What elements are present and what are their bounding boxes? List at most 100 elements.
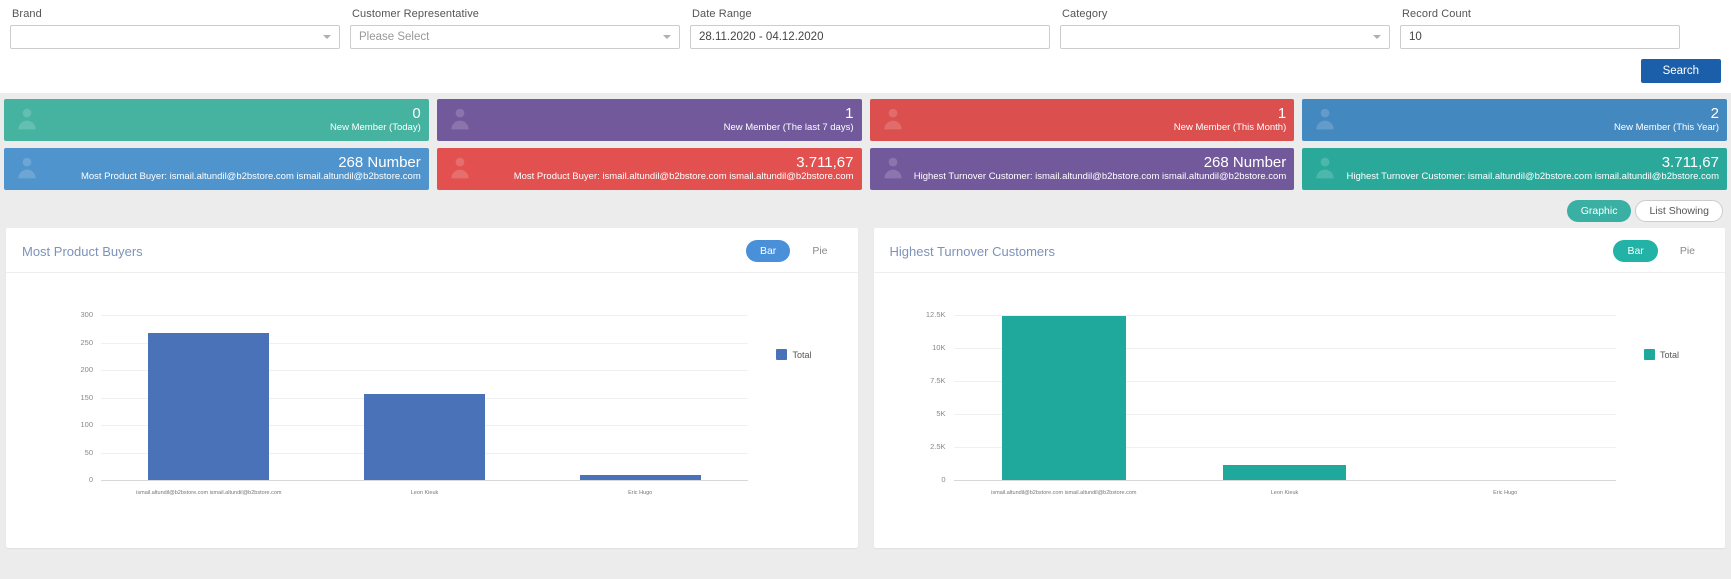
bar[interactable] bbox=[1002, 316, 1126, 480]
brand-select[interactable] bbox=[10, 25, 340, 49]
stat-card: 268 Number Highest Turnover Customer: ism… bbox=[869, 148, 1295, 190]
y-axis-tick-label: 0 bbox=[88, 475, 93, 484]
y-axis-tick-label: 0 bbox=[941, 475, 946, 484]
panel-header: Most Product Buyers Bar Pie bbox=[6, 228, 858, 273]
axis-line bbox=[953, 480, 1616, 481]
panel-header: Highest Turnover Customers Bar Pie bbox=[873, 228, 1725, 273]
stat-cards-section: 0 New Member (Today) 1 New Member (The last… bbox=[0, 93, 1731, 190]
record-count-value: 10 bbox=[1409, 31, 1422, 43]
y-axis-tick-label: 10K bbox=[932, 343, 946, 352]
view-toggle-group: Graphic List Showing bbox=[0, 197, 1731, 228]
stat-card: 3.711,67 Most Product Buyer: ismail.altun… bbox=[436, 148, 862, 190]
stat-card-label: New Member (This Year) bbox=[1613, 122, 1719, 133]
y-axis-tick-label: 7.5K bbox=[930, 376, 946, 385]
chart-highest-turnover-customers: 0 2.5K 5K 7.5K 10K 12.5K ismail.altundil@b2bst… bbox=[874, 273, 1726, 538]
representative-select[interactable]: Please Select bbox=[350, 25, 680, 49]
stat-card: 1 New Member (The last 7 days) bbox=[436, 99, 862, 141]
chart-type-pie[interactable]: Pie bbox=[798, 240, 841, 262]
stat-card-label: Most Product Buyer: ismail.altundil@b2bs… bbox=[80, 171, 421, 182]
stat-cards-row-bottom: 268 Number Most Product Buyer: ismail.alt… bbox=[4, 148, 1727, 190]
chevron-down-icon bbox=[323, 35, 331, 39]
legend-label: Total bbox=[792, 349, 812, 360]
stat-card-value: 2 bbox=[1710, 105, 1719, 122]
legend-label: Total bbox=[1659, 349, 1679, 360]
stat-card: 0 New Member (Today) bbox=[4, 99, 429, 141]
y-axis-tick-label: 50 bbox=[84, 447, 93, 457]
chart-type-bar[interactable]: Bar bbox=[1613, 240, 1658, 262]
record-count-input[interactable]: 10 bbox=[1400, 25, 1680, 49]
stat-card-label: New Member (Today) bbox=[329, 122, 421, 133]
axis-line bbox=[101, 480, 748, 481]
stat-card-value: 0 bbox=[412, 105, 421, 122]
y-axis-tick-label: 2.5K bbox=[930, 442, 946, 451]
stat-card: 1 New Member (This Month) bbox=[869, 99, 1295, 141]
panel-title: Highest Turnover Customers bbox=[889, 243, 1055, 259]
x-axis-tick-label: Eric Hugo bbox=[628, 490, 653, 496]
filter-brand: Brand bbox=[10, 8, 340, 49]
stat-card: 268 Number Most Product Buyer: ismail.alt… bbox=[4, 148, 429, 190]
bar[interactable] bbox=[579, 474, 701, 480]
person-icon bbox=[14, 106, 40, 135]
chart-type-toggle: Bar Pie bbox=[1613, 240, 1709, 262]
person-icon bbox=[14, 155, 40, 184]
chevron-down-icon bbox=[663, 35, 671, 39]
bar[interactable] bbox=[364, 393, 485, 480]
search-button[interactable]: Search bbox=[1640, 59, 1721, 83]
stat-card-label: Highest Turnover Customer: ismail.altund… bbox=[913, 171, 1287, 182]
x-axis-tick-label: Leon Kieuk bbox=[1270, 490, 1299, 496]
legend-swatch bbox=[776, 349, 788, 360]
chart-panels: Most Product Buyers Bar Pie 0 50 100 150 200… bbox=[0, 228, 1731, 548]
chart-most-product-buyers: 0 50 100 150 200 250 300 ismail.altundil@b2bsto… bbox=[6, 273, 858, 538]
gridline bbox=[101, 315, 748, 316]
bar[interactable] bbox=[148, 332, 270, 480]
stat-card-value: 268 Number bbox=[1203, 154, 1287, 171]
y-axis-tick-label: 100 bbox=[80, 420, 93, 429]
x-axis-tick-label: ismail.altundil@b2bstore.com ismail.altu… bbox=[136, 490, 282, 496]
record-count-label: Record Count bbox=[1402, 8, 1472, 20]
bar[interactable] bbox=[1222, 465, 1347, 480]
person-icon bbox=[447, 106, 473, 135]
chart-type-pie[interactable]: Pie bbox=[1666, 240, 1709, 262]
y-axis-tick-label: 200 bbox=[80, 365, 93, 374]
x-axis-tick-label: Leon Kieuk bbox=[410, 490, 439, 496]
panel-most-product-buyers: Most Product Buyers Bar Pie 0 50 100 150 200… bbox=[6, 228, 858, 548]
chart-legend: Total bbox=[776, 349, 812, 360]
filter-bar: Brand Customer Representative Please Sel… bbox=[0, 0, 1731, 59]
legend-swatch bbox=[1643, 349, 1655, 360]
category-select[interactable] bbox=[1060, 25, 1390, 49]
filter-date-range: Date Range 28.11.2020 - 04.12.2020 bbox=[690, 8, 1050, 49]
stat-card: 2 New Member (This Year) bbox=[1302, 99, 1727, 141]
stat-card-label: New Member (This Month) bbox=[1173, 122, 1287, 133]
y-axis-tick-label: 5K bbox=[936, 409, 946, 418]
chart-type-bar[interactable]: Bar bbox=[745, 240, 791, 262]
toggle-graphic[interactable]: Graphic bbox=[1566, 200, 1632, 222]
stat-card-value: 1 bbox=[845, 105, 854, 122]
filter-category: Category bbox=[1060, 8, 1390, 49]
stat-card-value: 3.711,67 bbox=[1661, 154, 1719, 171]
stat-card-label: Most Product Buyer: ismail.altundil@b2bs… bbox=[513, 171, 854, 182]
stat-card-value: 3.711,67 bbox=[796, 154, 854, 171]
chart-type-toggle: Bar Pie bbox=[745, 240, 842, 262]
person-icon bbox=[880, 155, 906, 184]
panel-highest-turnover-customers: Highest Turnover Customers Bar Pie 0 2.5K… bbox=[873, 228, 1726, 548]
representative-label: Customer Representative bbox=[352, 8, 480, 20]
person-icon bbox=[880, 106, 906, 135]
y-axis-tick-label: 150 bbox=[80, 392, 93, 402]
filter-customer-representative: Customer Representative Please Select bbox=[350, 8, 680, 49]
person-icon bbox=[447, 155, 473, 184]
search-row: Search bbox=[0, 59, 1731, 93]
date-range-input[interactable]: 28.11.2020 - 04.12.2020 bbox=[690, 25, 1050, 49]
stat-card-label: New Member (The last 7 days) bbox=[723, 122, 854, 133]
stat-card-value: 1 bbox=[1277, 105, 1287, 122]
person-icon bbox=[1312, 106, 1338, 135]
toggle-list-showing[interactable]: List Showing bbox=[1635, 200, 1723, 222]
person-icon bbox=[1312, 155, 1338, 184]
panel-title: Most Product Buyers bbox=[22, 243, 143, 259]
chevron-down-icon bbox=[1373, 35, 1381, 39]
y-axis-tick-label: 250 bbox=[80, 337, 93, 347]
date-range-value: 28.11.2020 - 04.12.2020 bbox=[699, 31, 824, 43]
stat-card-value: 268 Number bbox=[338, 154, 421, 171]
category-label: Category bbox=[1062, 8, 1108, 20]
stat-card: 3.711,67 Highest Turnover Customer: ismai… bbox=[1302, 148, 1727, 190]
y-axis-tick-label: 300 bbox=[80, 310, 93, 319]
